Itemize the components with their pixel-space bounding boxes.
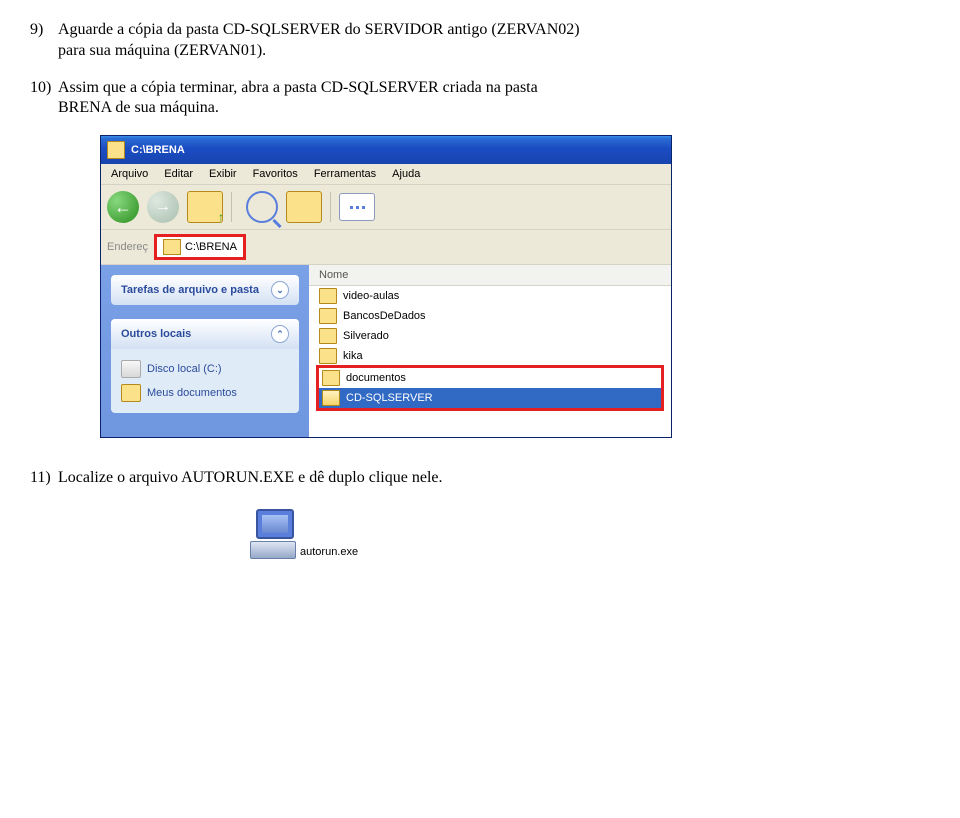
folder-row[interactable]: kika: [309, 346, 671, 366]
folder-row[interactable]: video-aulas: [309, 286, 671, 306]
sidebar-panel-locations-header[interactable]: Outros locais ⌃: [111, 319, 299, 349]
sidebar-panel-tasks-header[interactable]: Tarefas de arquivo e pasta ⌄: [111, 275, 299, 305]
folder-icon: [319, 328, 337, 344]
folders-button[interactable]: [286, 191, 322, 223]
autorun-label: autorun.exe: [298, 545, 360, 559]
folder-label: BancosDeDados: [343, 310, 426, 322]
autorun-exe-icon: [250, 509, 296, 559]
step-9: 9)Aguarde a cópia da pasta CD-SQLSERVER …: [30, 20, 930, 62]
sidebar-item-disk[interactable]: Disco local (C:): [121, 357, 289, 381]
folder-row-documentos[interactable]: documentos: [319, 368, 661, 388]
highlighted-folder-group: documentos CD-SQLSERVER: [316, 365, 664, 411]
menu-ajuda[interactable]: Ajuda: [392, 168, 420, 180]
step-10-text-a: Assim que a cópia terminar, abra a pasta…: [58, 79, 538, 96]
step-9-text-b: para sua máquina (ZERVAN01).: [30, 41, 930, 62]
step-10-number: 10): [30, 78, 58, 99]
autorun-file[interactable]: autorun.exe: [250, 509, 930, 559]
addressbar: Endereç C:\BRENA: [101, 230, 671, 265]
menu-editar[interactable]: Editar: [164, 168, 193, 180]
menu-exibir[interactable]: Exibir: [209, 168, 237, 180]
toolbar: ← →: [101, 185, 671, 230]
documents-icon: [121, 384, 141, 402]
views-button[interactable]: [339, 193, 375, 221]
folder-row-cdsqlserver-selected[interactable]: CD-SQLSERVER: [319, 388, 661, 408]
folder-row[interactable]: Silverado: [309, 326, 671, 346]
step-9-number: 9): [30, 20, 58, 41]
folder-label: CD-SQLSERVER: [346, 392, 433, 404]
sidebar-panel-locations-title: Outros locais: [121, 328, 191, 340]
toolbar-separator: [231, 192, 232, 222]
titlebar-text: C:\BRENA: [131, 144, 185, 156]
folder-icon: [322, 370, 340, 386]
step-11-number: 11): [30, 468, 58, 489]
address-folder-icon: [163, 239, 181, 255]
sidebar-item-docs[interactable]: Meus documentos: [121, 381, 289, 405]
menu-arquivo[interactable]: Arquivo: [111, 168, 148, 180]
up-folder-button[interactable]: [187, 191, 223, 223]
step-10: 10)Assim que a cópia terminar, abra a pa…: [30, 78, 930, 120]
sidebar-panel-tasks-title: Tarefas de arquivo e pasta: [121, 284, 259, 296]
folder-label: video-aulas: [343, 290, 399, 302]
folder-label: kika: [343, 350, 363, 362]
step-11: 11)Localize o arquivo AUTORUN.EXE e dê d…: [30, 468, 930, 489]
address-value: C:\BRENA: [185, 241, 237, 253]
address-field-highlight[interactable]: C:\BRENA: [154, 234, 246, 260]
chevron-down-icon: ⌄: [271, 281, 289, 299]
step-11-text: Localize o arquivo AUTORUN.EXE e dê dupl…: [58, 469, 442, 486]
explorer-body: Tarefas de arquivo e pasta ⌄ Outros loca…: [101, 265, 671, 437]
search-icon[interactable]: [246, 191, 278, 223]
back-button[interactable]: ←: [107, 191, 139, 223]
menubar: Arquivo Editar Exibir Favoritos Ferramen…: [101, 164, 671, 185]
step-9-text-a: Aguarde a cópia da pasta CD-SQLSERVER do…: [58, 21, 580, 38]
file-list: Nome video-aulas BancosDeDados Silverado…: [309, 265, 671, 437]
folder-icon: [319, 288, 337, 304]
titlebar: C:\BRENA: [101, 136, 671, 164]
menu-favoritos[interactable]: Favoritos: [253, 168, 298, 180]
folder-open-icon: [322, 390, 340, 406]
toolbar-separator-2: [330, 192, 331, 222]
sidebar: Tarefas de arquivo e pasta ⌄ Outros loca…: [101, 265, 309, 437]
computer-base-icon: [250, 541, 296, 559]
column-header-nome[interactable]: Nome: [309, 265, 671, 286]
disk-icon: [121, 360, 141, 378]
sidebar-panel-locations: Outros locais ⌃ Disco local (C:) Meus do…: [111, 319, 299, 413]
step-10-text-b: BRENA de sua máquina.: [30, 98, 930, 119]
menu-ferramentas[interactable]: Ferramentas: [314, 168, 376, 180]
folder-row[interactable]: BancosDeDados: [309, 306, 671, 326]
address-label: Endereç: [107, 241, 148, 253]
explorer-window: C:\BRENA Arquivo Editar Exibir Favoritos…: [100, 135, 672, 438]
folder-icon: [319, 308, 337, 324]
sidebar-panel-locations-content: Disco local (C:) Meus documentos: [111, 349, 299, 413]
sidebar-item-label: Disco local (C:): [147, 363, 222, 375]
sidebar-item-label: Meus documentos: [147, 387, 237, 399]
chevron-up-icon: ⌃: [271, 325, 289, 343]
folder-label: documentos: [346, 372, 406, 384]
forward-button[interactable]: →: [147, 191, 179, 223]
folder-icon: [319, 348, 337, 364]
folder-label: Silverado: [343, 330, 389, 342]
titlebar-folder-icon: [107, 141, 125, 159]
sidebar-panel-tasks: Tarefas de arquivo e pasta ⌄: [111, 275, 299, 305]
monitor-icon: [256, 509, 294, 539]
